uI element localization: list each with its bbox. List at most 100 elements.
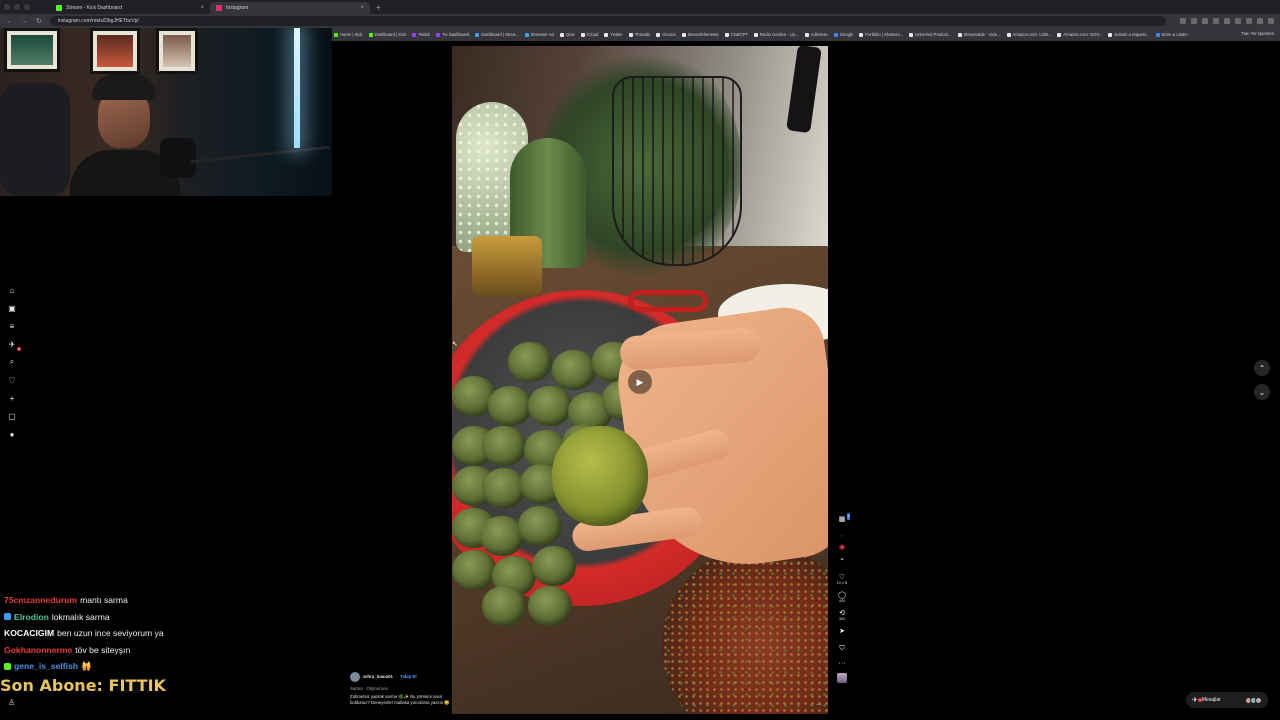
reels-icon[interactable]: ▣ (7, 304, 17, 313)
light-bar (294, 28, 300, 148)
video-pot-handle (628, 290, 708, 312)
bookmark-item[interactable]: StreamElements (681, 32, 719, 37)
video-held-dolma (552, 426, 648, 526)
previous-reel-button[interactable]: ⌃ (1254, 360, 1270, 376)
webcam-overlay (0, 28, 332, 196)
close-icon[interactable]: × (360, 5, 364, 11)
chevron-down-icon[interactable]: ⌄ (839, 555, 845, 562)
tab-kick-dashboard[interactable]: Stream - Kick Dashboard × (50, 2, 210, 14)
post-username[interactable]: zehra_tuana01 (363, 674, 393, 679)
bookmark-item[interactable]: Radio Garden - Lis... (754, 32, 799, 37)
bookmark-item[interactable]: Home | Kick (334, 32, 363, 37)
bookmark-item[interactable]: Submit a request... (1108, 32, 1150, 37)
chat-badge-icon (4, 662, 11, 670)
messages-icon[interactable]: ✈ 1 (7, 340, 21, 351)
extension-icons[interactable] (1180, 18, 1274, 24)
bookmark-icon (724, 32, 729, 37)
bookmark-item[interactable]: Portfolio | Shutters... (859, 32, 903, 37)
menu-icon[interactable]: ≡ (7, 322, 17, 331)
new-tab-button[interactable]: + (376, 3, 381, 12)
heart-icon[interactable]: ♡ (7, 376, 17, 385)
live-icon[interactable]: ◉ (839, 544, 845, 551)
bookmark-icon (334, 32, 338, 37)
like-icon[interactable]: ♡ (839, 574, 845, 581)
profile-icon[interactable]: ● (7, 430, 17, 439)
video-dolma (552, 350, 596, 390)
follow-button[interactable]: Takip Et (400, 674, 416, 679)
bookmark-item[interactable]: Twitter (604, 32, 623, 37)
bookmark-item[interactable]: Streamer Ad (524, 32, 554, 37)
window-controls[interactable] (4, 4, 30, 10)
bookmark-icon (604, 32, 609, 37)
video-dolma (518, 506, 562, 546)
chat-text: ben uzun ince seviyorum ya (57, 628, 164, 639)
chat-message: Gokhanonnerme töv be siteyşın (0, 642, 330, 659)
bookmark-item[interactable]: Amazon.com: NOV... (1057, 32, 1102, 37)
reload-icon[interactable]: ↻ (36, 17, 42, 25)
next-reel-button[interactable]: ⌄ (1254, 384, 1270, 400)
chat-username[interactable]: 75cmzannedurum (4, 595, 77, 605)
video-dolma (488, 386, 532, 426)
like-count: 10,3 B (836, 581, 848, 585)
bookmark-icon (909, 32, 914, 37)
reel-video[interactable]: ▶ ··· (452, 46, 828, 714)
messages-button[interactable]: ✈ 1 Mesajlar (1186, 692, 1268, 708)
bookmark-label: AdSense (810, 32, 828, 37)
bookmark-item[interactable]: Drive & Listen (1155, 32, 1188, 37)
instagram-sidebar: ⌂ ▣ ≡ ✈ 1 ⌕ ♡ + ▢ ● (0, 286, 24, 439)
bookmark-label: Qovi (565, 32, 575, 37)
share-icon[interactable]: ➤ (839, 628, 845, 635)
close-icon[interactable]: × (200, 5, 204, 11)
chat-username[interactable]: KOCACIGIM (4, 628, 54, 638)
bookmark-icon (1155, 32, 1160, 37)
video-dolma (482, 586, 526, 626)
avatar[interactable] (350, 672, 360, 682)
bookmark-item[interactable]: Streamable - Vide... (957, 32, 1001, 37)
chat-message: 75cmzannedurum mantı sarma (0, 592, 330, 609)
bookmark-item[interactable]: iCloud (580, 32, 598, 37)
bookmark-item[interactable]: Tw Dashboard (436, 32, 469, 37)
home-icon[interactable]: ⌂ (7, 286, 17, 295)
bookmark-icon (681, 32, 686, 37)
bookmark-item[interactable]: Amazon.com: USB... (1006, 32, 1051, 37)
bookmark-item[interactable]: Universal Product... (909, 32, 952, 37)
repost-icon[interactable]: ⟲ (839, 610, 845, 617)
chat-message: gene_is_selfish 🙀 (0, 658, 330, 675)
chat-username[interactable]: gene_is_selfish (14, 661, 78, 671)
bookmark-item[interactable]: Twitch (412, 32, 430, 37)
bookmark-label: Streamer Ad (530, 32, 554, 37)
audio-thumbnail[interactable] (837, 673, 847, 683)
comment-icon[interactable]: ◯ (838, 592, 846, 599)
audio-label[interactable]: Sarma · Orijinal ses (350, 686, 450, 691)
more-dots-icon[interactable]: ··· (816, 702, 822, 708)
search-icon[interactable]: ⌕ (7, 357, 17, 366)
chat-username[interactable]: Gokhanonnerme (4, 645, 72, 655)
bookmark-item[interactable]: Google (833, 32, 853, 37)
play-button[interactable]: ▶ (628, 370, 652, 394)
video-dolma (532, 546, 576, 586)
grid-icon[interactable]: ▦ 3 (839, 513, 851, 523)
bookmark-icon (859, 32, 864, 37)
bookmark-item[interactable]: Dashboard | Strea... (475, 32, 519, 37)
dashboard-icon[interactable]: ▢ (7, 412, 17, 421)
message-avatars (1245, 696, 1262, 704)
caption-text: Zahmetsiz yaprak sarma 🌿✨ Bu yöntemi nas… (350, 694, 450, 705)
bookmark-item[interactable]: Ozurus (656, 32, 676, 37)
bookmark-item[interactable]: Threads (628, 32, 650, 37)
bookmark-item[interactable]: Qovi (559, 32, 575, 37)
save-icon[interactable]: ⛉ (839, 645, 844, 652)
all-bookmarks-link[interactable]: Tüm Yer İşaretleri (1241, 31, 1274, 36)
chat-username[interactable]: Elrodion (14, 612, 49, 622)
forward-icon[interactable]: → (21, 18, 28, 25)
bookmark-item[interactable]: Dashboard | Kick (368, 32, 406, 37)
bookmark-item[interactable]: AdSense (804, 32, 828, 37)
video-dolma (528, 386, 572, 426)
more-icon[interactable]: ··· (839, 660, 846, 667)
up-arrow-icon[interactable]: ⌃ (840, 535, 843, 540)
bookmark-item[interactable]: ChatGPT (724, 32, 748, 37)
stream-chat: 75cmzannedurum mantı sarma Elrodion lokmalı… (0, 592, 330, 675)
url-input[interactable]: instagram.com/reels/DbgJHETbcVp/ (49, 16, 1166, 26)
tab-instagram[interactable]: Instagram × (210, 2, 370, 14)
back-icon[interactable]: ← (6, 18, 13, 25)
plus-icon[interactable]: + (7, 394, 17, 403)
